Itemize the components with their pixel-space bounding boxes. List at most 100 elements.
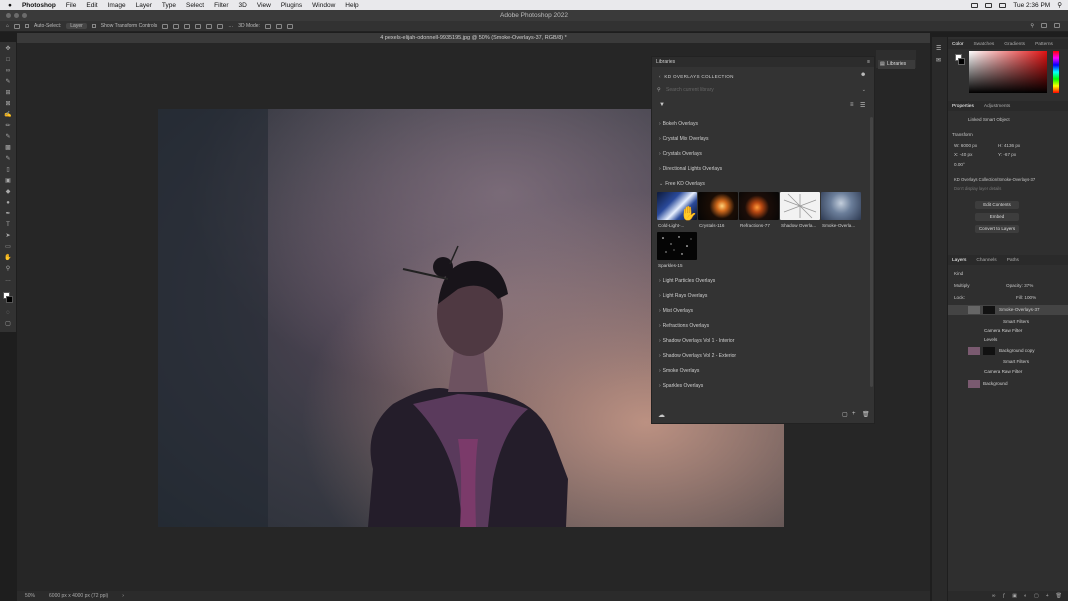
workspace-icon[interactable] bbox=[1041, 23, 1047, 28]
color-field[interactable] bbox=[969, 51, 1047, 93]
tab-paths[interactable]: Paths bbox=[1007, 258, 1019, 263]
quick-select-tool-icon[interactable]: ✎ bbox=[4, 79, 12, 85]
layer-details-field[interactable]: Don't display layer details bbox=[954, 186, 1001, 191]
libraries-tab[interactable]: Libraries ≡ bbox=[652, 57, 874, 67]
library-group[interactable]: › Refractions Overlays bbox=[659, 323, 709, 329]
menu-3d[interactable]: 3D bbox=[239, 2, 247, 9]
align-right-icon[interactable] bbox=[184, 23, 191, 29]
battery-icon[interactable] bbox=[971, 2, 979, 8]
delete-layer-icon[interactable]: 🗑 bbox=[1056, 593, 1062, 599]
tab-adjustments[interactable]: Adjustments bbox=[984, 104, 1010, 109]
edit-contents-button[interactable]: Edit Contents bbox=[975, 201, 1019, 209]
crop-tool-icon[interactable]: ⊞ bbox=[4, 90, 12, 96]
convert-to-layers-button[interactable]: Convert to Layers bbox=[975, 225, 1019, 233]
rectangle-tool-icon[interactable]: ▭ bbox=[4, 244, 12, 250]
menu-edit[interactable]: Edit bbox=[86, 2, 97, 9]
align-middle-icon[interactable] bbox=[206, 23, 213, 29]
search-icon[interactable]: ⚲ bbox=[1030, 23, 1034, 29]
auto-select-checkbox[interactable] bbox=[25, 24, 30, 28]
frame-tool-icon[interactable]: ⊠ bbox=[4, 101, 12, 107]
layer-row-selected[interactable]: Smoke-Overlays-37 bbox=[948, 305, 1068, 315]
new-folder-icon[interactable]: ▢ bbox=[842, 411, 848, 418]
gradient-tool-icon[interactable]: ▣ bbox=[4, 178, 12, 184]
sort-icon[interactable]: ≡ bbox=[850, 102, 854, 108]
library-group-open[interactable]: ⌄ Free KD Overlays bbox=[659, 181, 705, 187]
more-options-icon[interactable]: … bbox=[228, 23, 233, 29]
eraser-tool-icon[interactable]: ▯ bbox=[4, 167, 12, 173]
group-icon[interactable]: ▢ bbox=[1034, 593, 1039, 599]
align-center-icon[interactable] bbox=[173, 23, 180, 29]
new-layer-icon[interactable]: + bbox=[1046, 593, 1049, 599]
lasso-tool-icon[interactable]: ∞ bbox=[4, 68, 12, 74]
x-field[interactable]: X: -40 px bbox=[954, 152, 972, 157]
pan-3d-icon[interactable] bbox=[275, 23, 282, 29]
history-icon[interactable]: ☰ bbox=[936, 45, 941, 52]
asset-thumbnail[interactable] bbox=[739, 192, 779, 220]
tab-gradients[interactable]: Gradients bbox=[1004, 42, 1025, 47]
tab-layers[interactable]: Layers bbox=[952, 258, 966, 263]
adjustment-layer-icon[interactable]: ◐ bbox=[1024, 593, 1027, 599]
asset-thumbnail[interactable] bbox=[821, 192, 861, 220]
menu-filter[interactable]: Filter bbox=[214, 2, 228, 9]
stamp-tool-icon[interactable]: ▩ bbox=[4, 145, 12, 151]
layer-row[interactable]: Smart Filters bbox=[1003, 319, 1063, 324]
library-group[interactable]: › Crystals Overlays bbox=[659, 151, 702, 157]
library-group[interactable]: › Mist Overlays bbox=[659, 308, 693, 314]
menu-file[interactable]: File bbox=[66, 2, 76, 9]
tab-color[interactable]: Color bbox=[952, 42, 963, 47]
menu-help[interactable]: Help bbox=[345, 2, 358, 9]
libraries-dock-button[interactable]: ▤ Libraries bbox=[878, 60, 915, 69]
apple-icon[interactable]: ● bbox=[8, 2, 12, 9]
library-group[interactable]: › Sparkles Overlays bbox=[659, 383, 703, 389]
layer-row[interactable]: Background copy bbox=[948, 346, 1068, 356]
angle-field[interactable]: 0.00° bbox=[954, 162, 965, 167]
marquee-tool-icon[interactable]: □ bbox=[4, 57, 12, 63]
menu-window[interactable]: Window bbox=[312, 2, 335, 9]
layer-select[interactable]: Layer bbox=[66, 23, 87, 29]
close-window-icon[interactable] bbox=[6, 13, 11, 18]
layer-row[interactable]: Smart Filters bbox=[1003, 359, 1063, 364]
libraries-scrollbar[interactable] bbox=[870, 117, 873, 387]
layer-row[interactable]: Camera Raw Filter bbox=[984, 328, 1054, 333]
history-brush-tool-icon[interactable]: ✎ bbox=[4, 156, 12, 162]
status-menu-icon[interactable]: › bbox=[122, 593, 124, 599]
chevron-down-icon[interactable]: ⌄ bbox=[862, 85, 866, 95]
filter-icon[interactable]: ▼ bbox=[659, 102, 665, 108]
layer-kind-filter[interactable]: Kind bbox=[954, 271, 963, 276]
library-group[interactable]: › Light Particles Overlays bbox=[659, 278, 715, 284]
minimize-window-icon[interactable] bbox=[14, 13, 19, 18]
library-group[interactable]: › Crystal Mix Overlays bbox=[659, 136, 709, 142]
menu-app-photoshop[interactable]: Photoshop bbox=[22, 2, 56, 9]
asset-thumbnail[interactable] bbox=[698, 192, 738, 220]
path-select-tool-icon[interactable]: ➤ bbox=[4, 233, 12, 239]
move-tool-icon[interactable] bbox=[14, 23, 21, 29]
more-tools-icon[interactable]: … bbox=[4, 277, 12, 283]
tab-channels[interactable]: Channels bbox=[976, 258, 996, 263]
healing-tool-icon[interactable]: ✏ bbox=[4, 123, 12, 129]
slide-3d-icon[interactable] bbox=[286, 23, 293, 29]
menu-view[interactable]: View bbox=[257, 2, 271, 9]
menu-plugins[interactable]: Plugins bbox=[281, 2, 302, 9]
tab-swatches[interactable]: Swatches bbox=[973, 42, 994, 47]
menu-layer[interactable]: Layer bbox=[136, 2, 152, 9]
share-icon[interactable] bbox=[1054, 23, 1060, 28]
zoom-level[interactable]: 50% bbox=[25, 593, 35, 599]
spotlight-icon[interactable]: ⚲ bbox=[1057, 1, 1062, 9]
bluetooth-icon[interactable] bbox=[999, 2, 1007, 8]
asset-thumbnail[interactable] bbox=[657, 232, 697, 260]
pen-tool-icon[interactable]: ✒ bbox=[4, 211, 12, 217]
align-bottom-icon[interactable] bbox=[217, 23, 224, 29]
collection-breadcrumb[interactable]: ‹ KD OVERLAYS COLLECTION bbox=[659, 74, 734, 79]
library-group[interactable]: › Light Rays Overlays bbox=[659, 293, 707, 299]
library-group[interactable]: › Shadow Overlays Vol 2 - Exterior bbox=[659, 353, 736, 359]
collaborators-icon[interactable]: ☻ bbox=[860, 72, 866, 78]
layer-row[interactable]: Background bbox=[948, 379, 1068, 389]
align-left-icon[interactable] bbox=[162, 23, 169, 29]
back-chevron-icon[interactable]: ‹ bbox=[659, 74, 661, 79]
menu-image[interactable]: Image bbox=[108, 2, 126, 9]
transform-checkbox[interactable] bbox=[91, 24, 96, 28]
library-group[interactable]: › Directional Lights Overlays bbox=[659, 166, 722, 172]
opacity-field[interactable]: Opacity: 37% bbox=[1006, 283, 1033, 288]
hand-tool-icon[interactable]: ✋ bbox=[4, 255, 12, 261]
fx-icon[interactable]: ƒ bbox=[1002, 593, 1005, 599]
